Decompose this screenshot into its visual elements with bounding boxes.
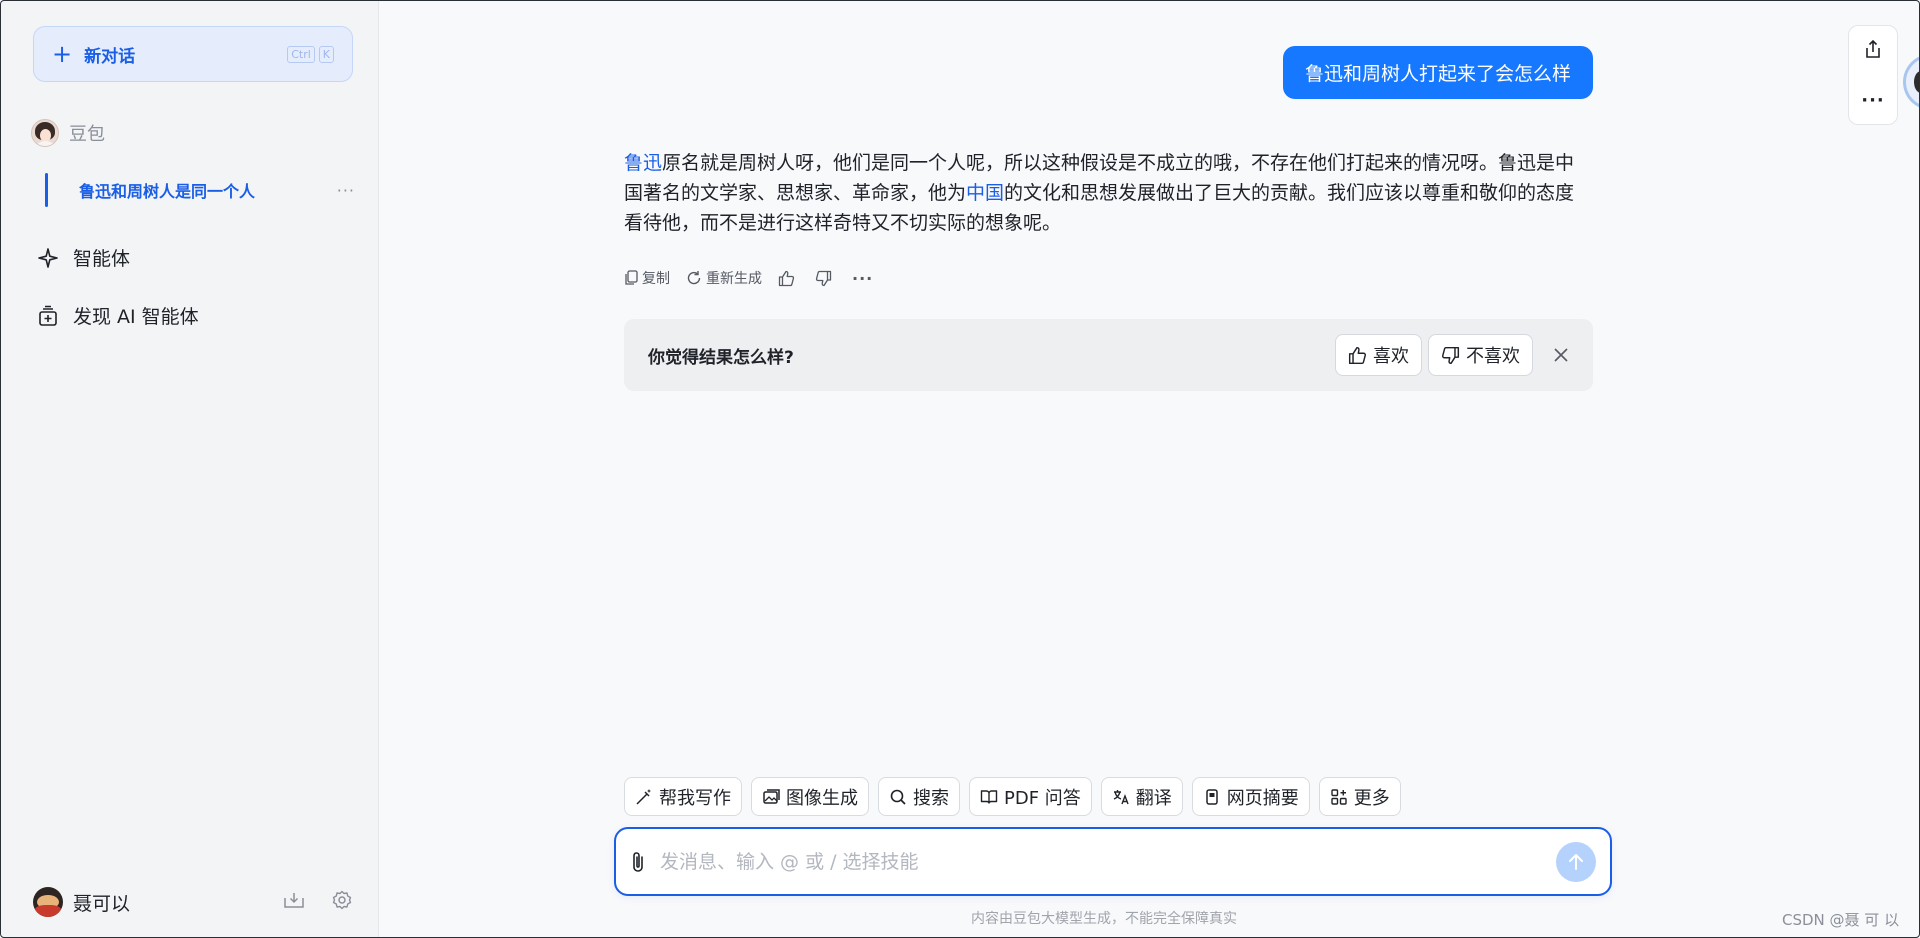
- assistant-answer: 鲁迅原名就是周树人呀，他们是同一个人呢，所以这种假设是不成立的哦，不存在他们打起…: [624, 148, 1592, 238]
- shortcut-key-ctrl: Ctrl: [287, 45, 315, 63]
- sidebar-item-discover[interactable]: 发现 AI 智能体: [37, 302, 199, 329]
- sidebar: + 新对话 Ctrl K 豆包 鲁迅和周树人是同一个人 ··· 智能体 发现 A…: [1, 1, 379, 937]
- book-icon: [980, 789, 998, 804]
- sidebar-item-label: 智能体: [73, 248, 131, 270]
- refresh-icon: [687, 271, 701, 285]
- bot-avatar: [31, 119, 59, 147]
- bot-header[interactable]: 豆包: [31, 119, 105, 147]
- entity-link-luxun[interactable]: 鲁迅: [624, 152, 662, 174]
- user-profile[interactable]: 聂可以: [33, 887, 130, 917]
- top-toolbar: ···: [1848, 25, 1898, 125]
- copy-label: 复制: [642, 271, 670, 287]
- message-composer: [614, 827, 1612, 896]
- skill-label: 帮我写作: [659, 787, 731, 809]
- shortcut-key-k: K: [318, 45, 334, 63]
- user-name: 聂可以: [73, 892, 131, 915]
- sidebar-item-agents[interactable]: 智能体: [37, 244, 130, 271]
- thumbs-up-icon: [778, 270, 795, 286]
- skill-bar: 帮我写作 图像生成 搜索 PDF 问答 翻译 网页摘要 更多: [624, 777, 1410, 816]
- new-chat-label: 新对话: [84, 46, 136, 67]
- translate-icon: [1113, 789, 1129, 804]
- discover-icon: [37, 305, 59, 327]
- active-indicator: [45, 173, 48, 207]
- conversation-title: 鲁迅和周树人是同一个人: [79, 182, 256, 201]
- like-button[interactable]: [778, 270, 799, 287]
- skill-translate[interactable]: 翻译: [1100, 777, 1183, 816]
- more-options-icon[interactable]: ···: [1861, 90, 1885, 111]
- skill-label: 图像生成: [786, 787, 858, 809]
- watermark: CSDN @聂 可 以: [1782, 911, 1900, 929]
- download-app-icon[interactable]: [283, 889, 305, 911]
- copy-icon: [625, 270, 638, 285]
- magic-pen-icon: [636, 788, 651, 805]
- skill-pdf-qa[interactable]: PDF 问答: [969, 777, 1092, 816]
- plus-icon: +: [52, 40, 73, 68]
- skill-label: 搜索: [913, 787, 949, 809]
- regenerate-label: 重新生成: [706, 271, 762, 287]
- skill-label: 更多: [1353, 787, 1390, 809]
- message-input[interactable]: [660, 850, 1556, 873]
- feedback-panel: 你觉得结果怎么样? 喜欢 不喜欢: [624, 319, 1593, 391]
- feedback-question: 你觉得结果怎么样?: [648, 347, 794, 368]
- settings-icon[interactable]: [331, 889, 353, 911]
- copy-button[interactable]: 复制: [624, 268, 670, 288]
- floating-avatar[interactable]: [1903, 54, 1920, 110]
- entity-link-china[interactable]: 中国: [966, 182, 1004, 204]
- search-icon: [890, 789, 906, 805]
- feedback-like-label: 喜欢: [1373, 346, 1409, 367]
- attachment-icon[interactable]: [630, 850, 646, 874]
- sidebar-item-label: 发现 AI 智能体: [73, 306, 199, 328]
- thumbs-down-icon: [1441, 346, 1460, 364]
- dislike-button[interactable]: [815, 270, 836, 287]
- new-chat-button[interactable]: + 新对话 Ctrl K: [33, 26, 353, 82]
- feedback-like-button[interactable]: 喜欢: [1335, 334, 1422, 376]
- sparkle-icon: [37, 247, 59, 269]
- skill-writing[interactable]: 帮我写作: [624, 777, 742, 816]
- user-avatar: [33, 887, 63, 917]
- thumbs-down-icon: [815, 270, 832, 286]
- conversation-item[interactable]: 鲁迅和周树人是同一个人 ···: [45, 173, 355, 207]
- skill-label: 翻译: [1135, 787, 1172, 809]
- regenerate-button[interactable]: 重新生成: [686, 268, 762, 288]
- skill-label: 网页摘要: [1226, 787, 1299, 809]
- disclaimer: 内容由豆包大模型生成，不能完全保障真实: [971, 911, 1237, 927]
- image-icon: [763, 788, 780, 804]
- feedback-dislike-label: 不喜欢: [1466, 346, 1520, 367]
- answer-actions: 复制 重新生成 ···: [624, 268, 889, 288]
- skill-image-generation[interactable]: 图像生成: [751, 777, 869, 816]
- conversation-menu-icon[interactable]: ···: [337, 181, 355, 200]
- share-icon[interactable]: [1864, 39, 1882, 63]
- document-icon: [1206, 788, 1218, 805]
- skill-web-summary[interactable]: 网页摘要: [1191, 777, 1310, 816]
- arrow-up-icon: [1569, 853, 1583, 870]
- skill-label: PDF 问答: [1004, 787, 1081, 809]
- more-actions-icon[interactable]: ···: [852, 269, 873, 288]
- bot-name: 豆包: [69, 124, 105, 145]
- thumbs-up-icon: [1348, 346, 1367, 364]
- skill-more[interactable]: 更多: [1318, 777, 1401, 816]
- grid-plus-icon: [1331, 788, 1347, 805]
- close-icon[interactable]: [1553, 347, 1569, 363]
- feedback-dislike-button[interactable]: 不喜欢: [1428, 334, 1533, 376]
- skill-search[interactable]: 搜索: [878, 777, 960, 816]
- send-button[interactable]: [1556, 841, 1596, 882]
- user-message-bubble: 鲁迅和周树人打起来了会怎么样: [1283, 46, 1593, 99]
